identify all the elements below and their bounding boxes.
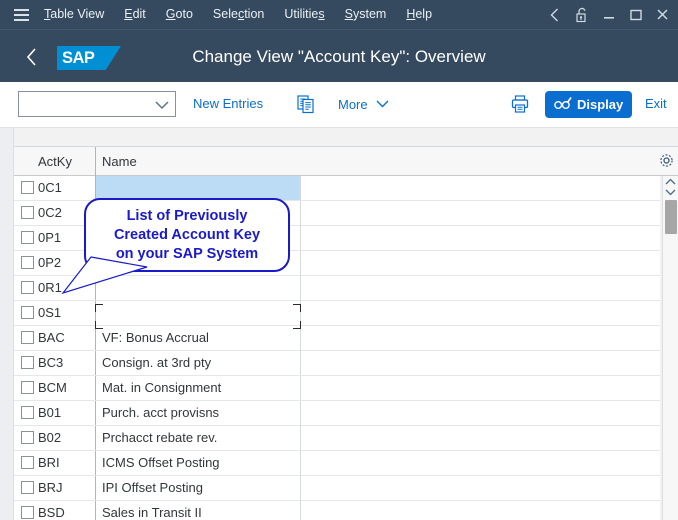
cell-name[interactable]: Sales in Transit II [95, 501, 301, 520]
cell-actky: 0S1 [38, 305, 62, 320]
display-glasses-icon [554, 96, 572, 114]
history-back-icon[interactable] [541, 0, 568, 29]
cell-name[interactable] [95, 301, 301, 325]
table-row[interactable]: BCM Mat. in Consignment [14, 376, 660, 401]
cell-name[interactable]: Mat. in Consignment [95, 376, 301, 400]
chevron-up-icon[interactable] [663, 176, 678, 187]
chevron-down-icon[interactable] [663, 187, 678, 198]
more-menu-label: More [338, 97, 368, 112]
cell-name[interactable]: Consign. at 3rd pty [95, 351, 301, 375]
chevron-down-icon [155, 97, 169, 115]
row-checkbox[interactable] [21, 406, 34, 419]
table-row[interactable]: BC3 Consign. at 3rd pty [14, 351, 660, 376]
menu-item-table-view[interactable]: Table View [34, 0, 114, 29]
cell-actky: BRJ [38, 480, 63, 495]
cell-actky: B01 [38, 405, 62, 420]
row-checkbox[interactable] [21, 456, 34, 469]
menu-item-selection[interactable]: Selection [203, 0, 274, 29]
row-checkbox[interactable] [21, 506, 34, 519]
sap-logo[interactable]: SAP [57, 46, 121, 70]
new-entries-button[interactable]: New Entries [193, 91, 263, 117]
column-header-actky[interactable]: ActKy [38, 147, 72, 176]
table-row[interactable]: BRJ IPI Offset Posting [14, 476, 660, 501]
table-row[interactable]: BAC VF: Bonus Accrual [14, 326, 660, 351]
view-selector-combobox[interactable] [18, 91, 176, 117]
row-checkbox[interactable] [21, 256, 34, 269]
cell-name[interactable] [95, 176, 301, 200]
row-checkbox[interactable] [21, 356, 34, 369]
table-row[interactable]: 0S1 [14, 301, 660, 326]
table-row[interactable]: BSD Sales in Transit II [14, 501, 660, 520]
annotation-callout-text: List of Previously Created Account Key o… [113, 207, 261, 262]
row-checkbox[interactable] [21, 206, 34, 219]
cell-name[interactable]: ICMS Offset Posting [95, 451, 301, 475]
vertical-scrollbar[interactable] [662, 176, 678, 520]
close-icon[interactable] [649, 0, 676, 29]
hamburger-menu-icon[interactable] [8, 0, 34, 29]
menu-item-edit[interactable]: Edit [114, 0, 156, 29]
shell-header: SAP Change View "Account Key": Overview [0, 29, 678, 82]
table-row[interactable]: BRI ICMS Offset Posting [14, 451, 660, 476]
cell-actky: BCM [38, 380, 67, 395]
table-row[interactable]: B02 Prchacct rebate rev. [14, 426, 660, 451]
chevron-down-icon [376, 96, 389, 111]
cell-actky: BRI [38, 455, 60, 470]
more-menu-button[interactable]: More [338, 91, 389, 118]
row-checkbox[interactable] [21, 181, 34, 194]
row-checkbox[interactable] [21, 281, 34, 294]
annotation-callout: List of Previously Created Account Key o… [84, 198, 290, 272]
print-icon[interactable] [507, 91, 533, 117]
table-row[interactable]: B01 Purch. acct provisns [14, 401, 660, 426]
cell-actky: BSD [38, 505, 65, 520]
row-checkbox[interactable] [21, 381, 34, 394]
cell-name[interactable]: VF: Bonus Accrual [95, 326, 301, 350]
menu-bar: Table View Edit Goto Selection Utilities… [0, 0, 678, 29]
sap-logo-text: SAP [62, 48, 95, 67]
row-checkbox[interactable] [21, 481, 34, 494]
cell-actky: 0R1 [38, 280, 62, 295]
settings-gear-icon[interactable] [659, 153, 674, 173]
copy-documents-icon[interactable] [293, 91, 319, 117]
table-row[interactable]: 0R1 [14, 276, 660, 301]
left-gutter [0, 128, 14, 520]
back-button[interactable] [18, 44, 44, 70]
row-checkbox[interactable] [21, 231, 34, 244]
cell-name[interactable]: Prchacct rebate rev. [95, 426, 301, 450]
menu-item-goto[interactable]: Goto [156, 0, 203, 29]
table-header-row: ActKy Name [14, 146, 678, 177]
exit-button[interactable]: Exit [645, 91, 667, 117]
cell-actky: BAC [38, 330, 65, 345]
unlock-icon[interactable] [568, 0, 595, 29]
cell-name[interactable]: IPI Offset Posting [95, 476, 301, 500]
scrollbar-thumb[interactable] [665, 200, 677, 234]
window-controls [541, 0, 676, 29]
cell-actky: 0C1 [38, 180, 62, 195]
cell-name[interactable]: Purch. acct provisns [95, 401, 301, 425]
maximize-icon[interactable] [622, 0, 649, 29]
cell-actky: B02 [38, 430, 62, 445]
menu-item-help[interactable]: Help [396, 0, 442, 29]
menu-item-system[interactable]: System [335, 0, 397, 29]
row-checkbox[interactable] [21, 306, 34, 319]
row-checkbox[interactable] [21, 331, 34, 344]
row-checkbox[interactable] [21, 431, 34, 444]
table-area: ActKy Name 0C1 0C2 0P1 0P2 0R1 0S1 BAC VF: Bonu… [0, 128, 678, 520]
display-button[interactable]: Display [545, 91, 633, 118]
cell-name[interactable] [95, 276, 301, 300]
display-button-label: Display [577, 97, 624, 112]
cell-actky: BC3 [38, 355, 64, 370]
column-header-name[interactable]: Name [95, 147, 137, 177]
minimize-icon[interactable] [595, 0, 622, 29]
menu-item-utilities[interactable]: Utilities [274, 0, 334, 29]
